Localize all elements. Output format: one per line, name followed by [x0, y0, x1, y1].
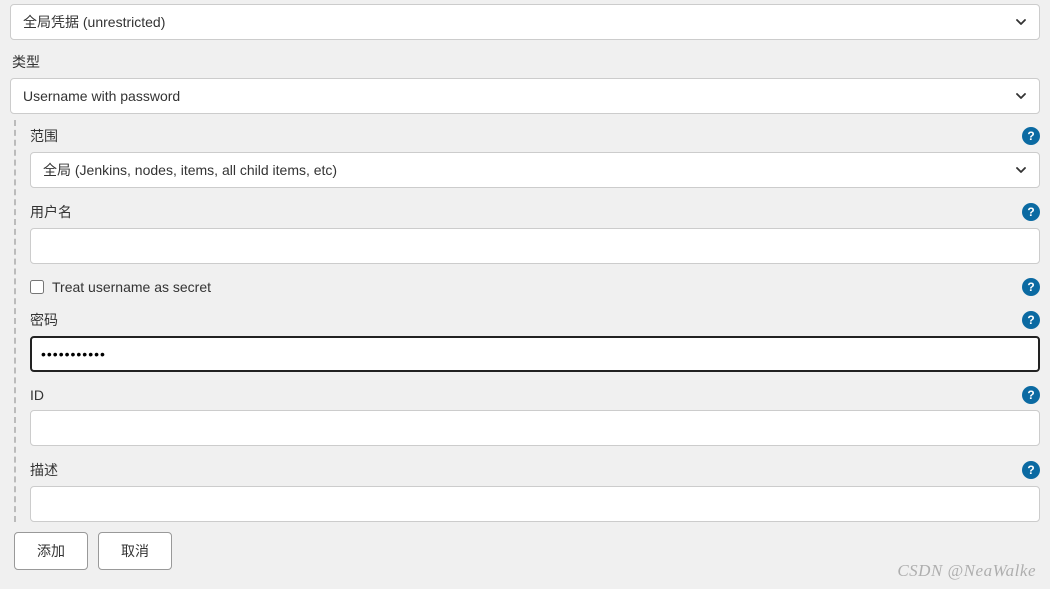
help-icon[interactable]: ?	[1022, 278, 1040, 296]
treat-secret-label: Treat username as secret	[52, 279, 211, 295]
chevron-down-icon	[1015, 164, 1027, 176]
password-input[interactable]	[30, 336, 1040, 372]
credential-form: 范围 ? 全局 (Jenkins, nodes, items, all chil…	[14, 120, 1040, 522]
treat-secret-checkbox[interactable]	[30, 280, 44, 294]
treat-secret-field-group: Treat username as secret ?	[30, 278, 1040, 296]
scope-field-group: 范围 ? 全局 (Jenkins, nodes, items, all chil…	[30, 126, 1040, 188]
help-icon[interactable]: ?	[1022, 203, 1040, 221]
description-input[interactable]	[30, 486, 1040, 522]
chevron-down-icon	[1015, 16, 1027, 28]
help-icon[interactable]: ?	[1022, 127, 1040, 145]
credentials-store-select[interactable]: 全局凭据 (unrestricted)	[10, 4, 1040, 40]
help-icon[interactable]: ?	[1022, 311, 1040, 329]
username-field-group: 用户名 ?	[30, 202, 1040, 264]
id-input[interactable]	[30, 410, 1040, 446]
kind-label: 类型	[12, 52, 1040, 72]
password-field-group: 密码 ?	[30, 310, 1040, 372]
help-icon[interactable]: ?	[1022, 461, 1040, 479]
add-button[interactable]: 添加	[14, 532, 88, 570]
scope-label: 范围	[30, 126, 58, 146]
password-label: 密码	[30, 310, 58, 330]
username-input[interactable]	[30, 228, 1040, 264]
scope-select[interactable]: 全局 (Jenkins, nodes, items, all child ite…	[30, 152, 1040, 188]
kind-selected: Username with password	[23, 88, 180, 104]
help-icon[interactable]: ?	[1022, 386, 1040, 404]
id-field-group: ID ?	[30, 386, 1040, 446]
description-label: 描述	[30, 460, 58, 480]
scope-selected: 全局 (Jenkins, nodes, items, all child ite…	[43, 160, 337, 180]
chevron-down-icon	[1015, 90, 1027, 102]
credentials-store-selected: 全局凭据 (unrestricted)	[23, 12, 165, 32]
cancel-button[interactable]: 取消	[98, 532, 172, 570]
button-row: 添加 取消	[14, 532, 1040, 570]
description-field-group: 描述 ?	[30, 460, 1040, 522]
kind-select[interactable]: Username with password	[10, 78, 1040, 114]
id-label: ID	[30, 387, 44, 403]
username-label: 用户名	[30, 202, 72, 222]
treat-secret-checkbox-wrap[interactable]: Treat username as secret	[30, 279, 211, 295]
